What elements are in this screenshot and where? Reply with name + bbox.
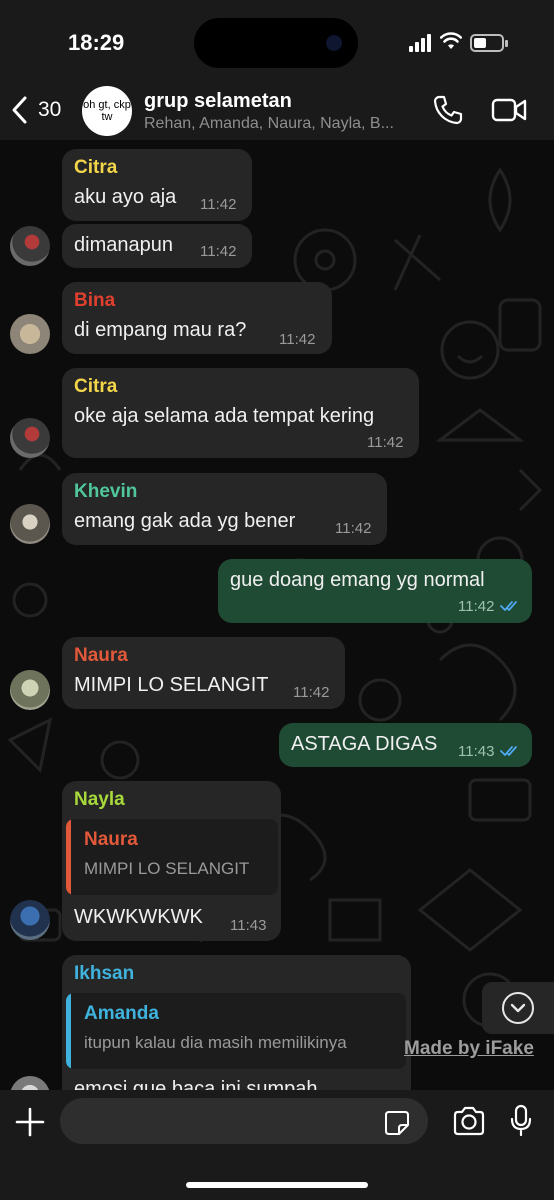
- read-receipt-icon: [500, 746, 517, 756]
- message-time: 11:42: [335, 520, 372, 537]
- message-bubble[interactable]: Bina di empang mau ra? 11:42: [62, 282, 332, 354]
- quoted-text: MIMPI LO SELANGIT: [84, 859, 250, 878]
- message-time: 11:42: [279, 331, 316, 348]
- quoted-message[interactable]: Amanda itupun kalau dia masih memilikiny…: [66, 993, 406, 1069]
- chevron-left-icon: [12, 96, 27, 124]
- message-text: emang gak ada yg bener: [74, 510, 296, 532]
- sender-name: Naura: [74, 645, 128, 666]
- message-bubble[interactable]: Citra aku ayo aja 11:42: [62, 149, 252, 221]
- message-time: 11:42: [200, 243, 237, 260]
- microphone-icon[interactable]: [509, 1104, 533, 1138]
- quoted-sender: Naura: [84, 829, 138, 850]
- quoted-message[interactable]: Naura MIMPI LO SELANGIT: [66, 819, 278, 895]
- dynamic-island: [194, 18, 358, 68]
- quoted-sender: Amanda: [84, 1003, 159, 1024]
- read-receipt-icon: [500, 601, 517, 611]
- avatar[interactable]: [10, 226, 50, 266]
- avatar[interactable]: [10, 314, 50, 354]
- battery-icon: [470, 34, 508, 52]
- message-text: oke aja selama ada tempat kering: [74, 405, 375, 427]
- sticker-icon[interactable]: [384, 1110, 410, 1136]
- group-title[interactable]: grup selametan: [144, 90, 292, 113]
- message-bubble[interactable]: Khevin emang gak ada yg bener 11:42: [62, 473, 387, 545]
- wifi-icon: [440, 32, 462, 49]
- message-text: WKWKWKWK: [74, 906, 203, 928]
- plus-icon[interactable]: [14, 1106, 46, 1138]
- avatar[interactable]: [10, 900, 50, 940]
- message-text: dimanapun: [74, 234, 173, 256]
- message-text: aku ayo aja: [74, 186, 177, 208]
- message-time: 11:42: [367, 434, 404, 451]
- message-bubble[interactable]: Nayla Naura MIMPI LO SELANGIT WKWKWKWK 1…: [62, 781, 281, 941]
- message-time: 11:42: [200, 196, 237, 213]
- camera-icon[interactable]: [452, 1106, 486, 1136]
- message-text: MIMPI LO SELANGIT: [74, 674, 269, 696]
- message-composer: [0, 1090, 554, 1200]
- avatar[interactable]: [10, 418, 50, 458]
- clock: 18:29: [68, 30, 125, 55]
- sender-name: Citra: [74, 157, 118, 178]
- chat-header: 30 oh gt, ckp tw grup selametan Rehan, A…: [0, 84, 554, 140]
- sender-name: Nayla: [74, 789, 125, 810]
- chat-messages[interactable]: Citra aku ayo aja 11:42 dimanapun 11:42 …: [0, 140, 554, 1090]
- message-input[interactable]: [60, 1098, 428, 1144]
- chevron-down-icon: [510, 1003, 526, 1013]
- message-bubble-outgoing[interactable]: ASTAGA DIGAS 11:43: [279, 723, 532, 767]
- home-indicator: [186, 1182, 368, 1188]
- sender-name: Citra: [74, 376, 118, 397]
- status-bar: 18:29: [0, 0, 554, 84]
- message-text: di empang mau ra?: [74, 319, 247, 341]
- back-button[interactable]: 30: [10, 90, 61, 130]
- avatar[interactable]: [10, 670, 50, 710]
- message-text: gue doang emang yg normal: [230, 569, 485, 591]
- sender-name: Khevin: [74, 481, 138, 502]
- video-call-icon[interactable]: [491, 96, 527, 124]
- group-avatar[interactable]: oh gt, ckp tw: [82, 86, 132, 136]
- message-bubble[interactable]: Ikhsan Amanda itupun kalau dia masih mem…: [62, 955, 411, 1090]
- sender-name: Ikhsan: [74, 963, 135, 984]
- sender-name: Bina: [74, 290, 116, 311]
- message-text: ASTAGA DIGAS: [291, 733, 438, 755]
- scroll-to-bottom-button[interactable]: [482, 982, 554, 1034]
- message-bubble[interactable]: dimanapun 11:42: [62, 224, 252, 268]
- message-bubble[interactable]: Naura MIMPI LO SELANGIT 11:42: [62, 637, 345, 709]
- group-members[interactable]: Rehan, Amanda, Naura, Nayla, B...: [144, 115, 420, 133]
- message-time: 11:42: [293, 684, 330, 701]
- message-time: 11:43: [230, 917, 267, 934]
- quoted-text: itupun kalau dia masih memilikinya: [84, 1033, 347, 1052]
- watermark: Made by iFake: [404, 1038, 534, 1059]
- message-bubble[interactable]: Citra oke aja selama ada tempat kering 1…: [62, 368, 419, 458]
- message-time: 11:43: [458, 743, 495, 760]
- phone-icon[interactable]: [432, 94, 464, 126]
- message-bubble-outgoing[interactable]: gue doang emang yg normal 11:42: [218, 559, 532, 623]
- unread-count: 30: [38, 98, 62, 121]
- cellular-signal-icon: [409, 34, 435, 52]
- message-time: 11:42: [458, 598, 495, 615]
- message-text: emosi gue baca ini sumpah: [74, 1078, 318, 1090]
- avatar[interactable]: [10, 504, 50, 544]
